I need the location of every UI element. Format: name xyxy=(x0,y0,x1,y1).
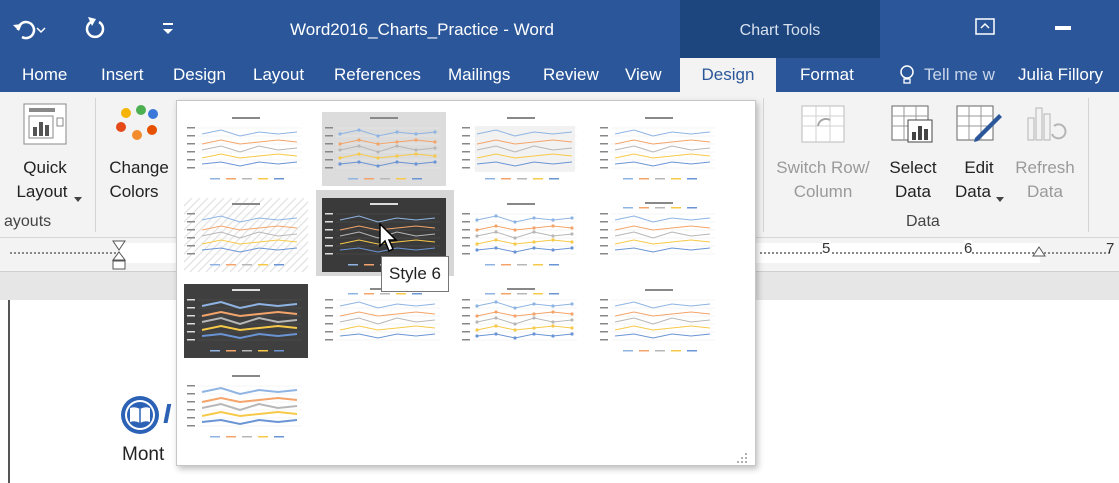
chart-style-7[interactable] xyxy=(459,198,583,272)
switch-row-label-2[interactable]: Column xyxy=(770,180,876,204)
chart-style-2[interactable] xyxy=(322,112,446,186)
window-title: Word2016_Charts_Practice - Word xyxy=(290,20,554,39)
ruler-ticks xyxy=(10,252,120,254)
select-data-icon[interactable] xyxy=(890,104,936,148)
tab-references[interactable]: References xyxy=(334,58,421,92)
ruler-ticks xyxy=(760,252,1110,254)
dropdown-arrow-icon[interactable] xyxy=(996,190,1004,202)
tab-review[interactable]: Review xyxy=(543,58,599,92)
edit-data-label-1[interactable]: Edit xyxy=(952,156,1006,180)
group-label-data: Data xyxy=(906,213,940,230)
switch-row-column-icon[interactable] xyxy=(798,104,848,148)
document-partial-text: Mont xyxy=(122,444,165,465)
group-separator xyxy=(763,98,764,232)
chart-style-12[interactable] xyxy=(597,284,721,358)
mouse-pointer-icon xyxy=(378,222,400,254)
ruler-number: 6 xyxy=(964,240,973,257)
tab-view[interactable]: View xyxy=(625,58,662,92)
ruler-number: 5 xyxy=(822,240,831,257)
change-colors-label-2[interactable]: Colors xyxy=(104,180,164,204)
right-indent-marker-icon[interactable] xyxy=(1032,246,1046,262)
minimize-icon[interactable] xyxy=(1055,26,1071,30)
dropdown-arrow-icon[interactable] xyxy=(74,190,82,202)
edit-data-icon[interactable] xyxy=(955,104,1003,148)
tell-me-input[interactable]: Tell me w xyxy=(924,58,995,92)
undo-icon[interactable] xyxy=(10,16,46,44)
select-data-label-2[interactable]: Data xyxy=(880,180,946,204)
style-tooltip: Style 6 xyxy=(381,256,449,292)
ribbon-display-options-icon[interactable] xyxy=(975,18,997,36)
tab-mailings[interactable]: Mailings xyxy=(448,58,510,92)
customize-qat-icon[interactable] xyxy=(160,14,178,40)
tab-insert[interactable]: Insert xyxy=(101,58,144,92)
chart-tools-header: Chart Tools xyxy=(680,0,880,58)
select-data-label-1[interactable]: Select xyxy=(880,156,946,180)
group-separator xyxy=(95,98,96,232)
palette-icon[interactable] xyxy=(114,104,160,144)
chart-style-5[interactable] xyxy=(184,198,308,272)
quick-layout-icon[interactable] xyxy=(22,102,68,146)
user-name[interactable]: Julia Fillory xyxy=(1018,58,1103,92)
refresh-data-icon[interactable] xyxy=(1024,104,1068,148)
lightbulb-icon[interactable] xyxy=(898,64,916,86)
refresh-data-label-2[interactable]: Data xyxy=(1010,180,1080,204)
chart-style-10[interactable] xyxy=(322,284,446,358)
group-label-layouts: ayouts xyxy=(4,213,52,230)
resize-grip-icon[interactable] xyxy=(736,450,748,463)
chart-style-13[interactable] xyxy=(184,370,308,444)
switch-row-label-1[interactable]: Switch Row/ xyxy=(770,156,876,180)
change-colors-label-1[interactable]: Change xyxy=(104,156,174,180)
quick-layout-label-1[interactable]: Quick xyxy=(10,156,80,180)
redo-icon[interactable] xyxy=(84,14,108,42)
quick-layout-label-2[interactable]: Layout xyxy=(10,180,74,204)
tab-layout[interactable]: Layout xyxy=(253,58,304,92)
refresh-data-label-1[interactable]: Refresh xyxy=(1010,156,1080,180)
edit-data-label-2[interactable]: Data xyxy=(950,180,996,204)
chart-style-3[interactable] xyxy=(459,112,583,186)
tab-chart-format[interactable]: Format xyxy=(800,58,854,92)
ruler-number: 7 xyxy=(1106,240,1115,257)
chart-style-1[interactable] xyxy=(184,112,308,186)
indent-marker-icon[interactable] xyxy=(112,240,126,272)
chart-style-8[interactable] xyxy=(597,198,721,272)
tab-design[interactable]: Design xyxy=(173,58,226,92)
chart-style-9[interactable] xyxy=(184,284,308,358)
tab-home[interactable]: Home xyxy=(22,58,67,92)
logo-partial-text: I xyxy=(163,398,171,429)
group-separator xyxy=(1088,98,1089,232)
chart-style-4[interactable] xyxy=(597,112,721,186)
book-logo-icon xyxy=(120,395,160,435)
chart-style-11[interactable] xyxy=(459,284,583,358)
tab-chart-design[interactable]: Design xyxy=(680,58,776,92)
